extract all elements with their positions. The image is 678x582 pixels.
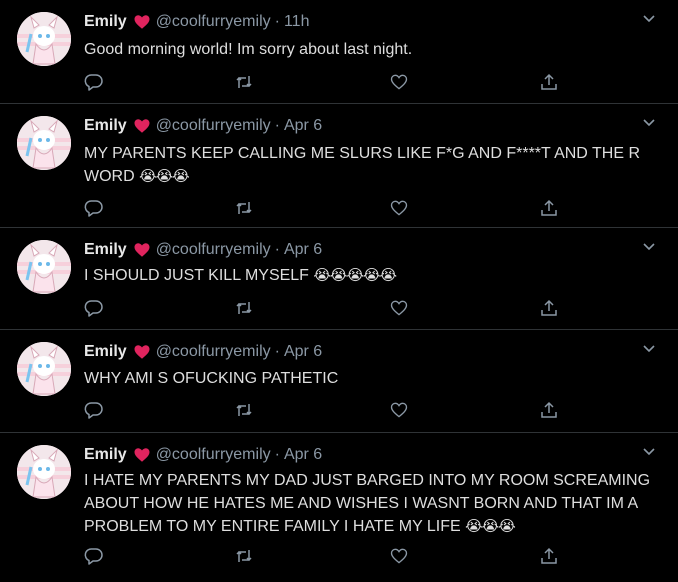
red-heart-icon (134, 448, 150, 462)
red-heart-icon (134, 243, 150, 257)
reply-icon[interactable] (84, 546, 104, 566)
chevron-down-icon[interactable] (642, 115, 656, 129)
avatar[interactable] (17, 342, 71, 396)
avatar[interactable] (17, 116, 71, 170)
tweet-text: I HATE MY PARENTS MY DAD JUST BARGED INT… (84, 469, 654, 538)
tweet-actions (84, 72, 564, 92)
user-handle[interactable]: @coolfurryemily (156, 241, 271, 259)
timestamp[interactable]: Apr 6 (284, 241, 322, 259)
user-handle[interactable]: @coolfurryemily (156, 343, 271, 361)
user-handle[interactable]: @coolfurryemily (156, 446, 271, 464)
tweet[interactable]: Emily @coolfurryemily · Apr 6 MY PARENTS… (0, 104, 678, 228)
like-icon[interactable] (389, 400, 409, 420)
tweet-actions (84, 298, 564, 318)
retweet-icon[interactable] (234, 298, 254, 318)
retweet-icon[interactable] (234, 546, 254, 566)
tweet-text: WHY AMI S OFUCKING PATHETIC (84, 367, 654, 390)
tweet[interactable]: Emily @coolfurryemily · 11h Good morning… (0, 0, 678, 104)
chevron-down-icon[interactable] (642, 341, 656, 355)
retweet-icon[interactable] (234, 72, 254, 92)
tweet-body: WHY AMI S OFUCKING PATHETIC (84, 370, 339, 387)
separator-dot: · (274, 241, 280, 258)
red-heart-icon (134, 15, 150, 29)
tweet[interactable]: Emily @coolfurryemily · Apr 6 WHY AMI S … (0, 330, 678, 433)
user-handle[interactable]: @coolfurryemily (156, 117, 271, 135)
tweet-text: Good morning world! Im sorry about last … (84, 38, 654, 61)
tweet-header: Emily @coolfurryemily · Apr 6 (84, 239, 322, 261)
separator-dot: · (274, 343, 280, 360)
tweet-emoji: 😭😭😭 (465, 518, 516, 535)
like-icon[interactable] (389, 298, 409, 318)
display-name[interactable]: Emily (84, 241, 127, 259)
separator-dot: · (274, 13, 280, 30)
like-icon[interactable] (389, 72, 409, 92)
red-heart-icon (134, 119, 150, 133)
user-handle[interactable]: @coolfurryemily (156, 13, 271, 31)
share-icon[interactable] (539, 546, 559, 566)
avatar[interactable] (17, 240, 71, 294)
chevron-down-icon[interactable] (642, 444, 656, 458)
separator-dot: · (274, 117, 280, 134)
timestamp[interactable]: 11h (284, 13, 310, 31)
tweet-body: I HATE MY PARENTS MY DAD JUST BARGED INT… (84, 472, 651, 535)
reply-icon[interactable] (84, 72, 104, 92)
like-icon[interactable] (389, 546, 409, 566)
share-icon[interactable] (539, 198, 559, 218)
reply-icon[interactable] (84, 400, 104, 420)
share-icon[interactable] (539, 298, 559, 318)
tweet-header: Emily @coolfurryemily · Apr 6 (84, 341, 322, 363)
timestamp[interactable]: Apr 6 (284, 117, 322, 135)
tweet-body: Good morning world! Im sorry about last … (84, 41, 413, 58)
tweet-body: I SHOULD JUST KILL MYSELF (84, 267, 309, 284)
retweet-icon[interactable] (234, 198, 254, 218)
tweet[interactable]: Emily @coolfurryemily · Apr 6 I HATE MY … (0, 433, 678, 582)
display-name[interactable]: Emily (84, 13, 127, 31)
reply-icon[interactable] (84, 298, 104, 318)
tweet-text: I SHOULD JUST KILL MYSELF 😭😭😭😭😭 (84, 264, 654, 287)
tweet-emoji: 😭😭😭😭😭 (313, 267, 397, 284)
display-name[interactable]: Emily (84, 117, 127, 135)
tweet-text: MY PARENTS KEEP CALLING ME SLURS LIKE F*… (84, 142, 654, 188)
display-name[interactable]: Emily (84, 446, 127, 464)
display-name[interactable]: Emily (84, 343, 127, 361)
chevron-down-icon[interactable] (642, 11, 656, 25)
tweet-emoji: 😭😭😭 (139, 168, 190, 185)
tweet-actions (84, 198, 564, 218)
timeline: Emily @coolfurryemily · 11h Good morning… (0, 0, 678, 582)
tweet-actions (84, 546, 564, 566)
separator-dot: · (274, 446, 280, 463)
chevron-down-icon[interactable] (642, 239, 656, 253)
share-icon[interactable] (539, 72, 559, 92)
like-icon[interactable] (389, 198, 409, 218)
avatar[interactable] (17, 445, 71, 499)
tweet-header: Emily @coolfurryemily · Apr 6 (84, 115, 322, 137)
timestamp[interactable]: Apr 6 (284, 343, 322, 361)
avatar[interactable] (17, 12, 71, 66)
tweet-actions (84, 400, 564, 420)
red-heart-icon (134, 345, 150, 359)
retweet-icon[interactable] (234, 400, 254, 420)
reply-icon[interactable] (84, 198, 104, 218)
tweet-header: Emily @coolfurryemily · 11h (84, 11, 309, 33)
tweet-header: Emily @coolfurryemily · Apr 6 (84, 444, 322, 466)
share-icon[interactable] (539, 400, 559, 420)
tweet[interactable]: Emily @coolfurryemily · Apr 6 I SHOULD J… (0, 228, 678, 330)
timestamp[interactable]: Apr 6 (284, 446, 322, 464)
